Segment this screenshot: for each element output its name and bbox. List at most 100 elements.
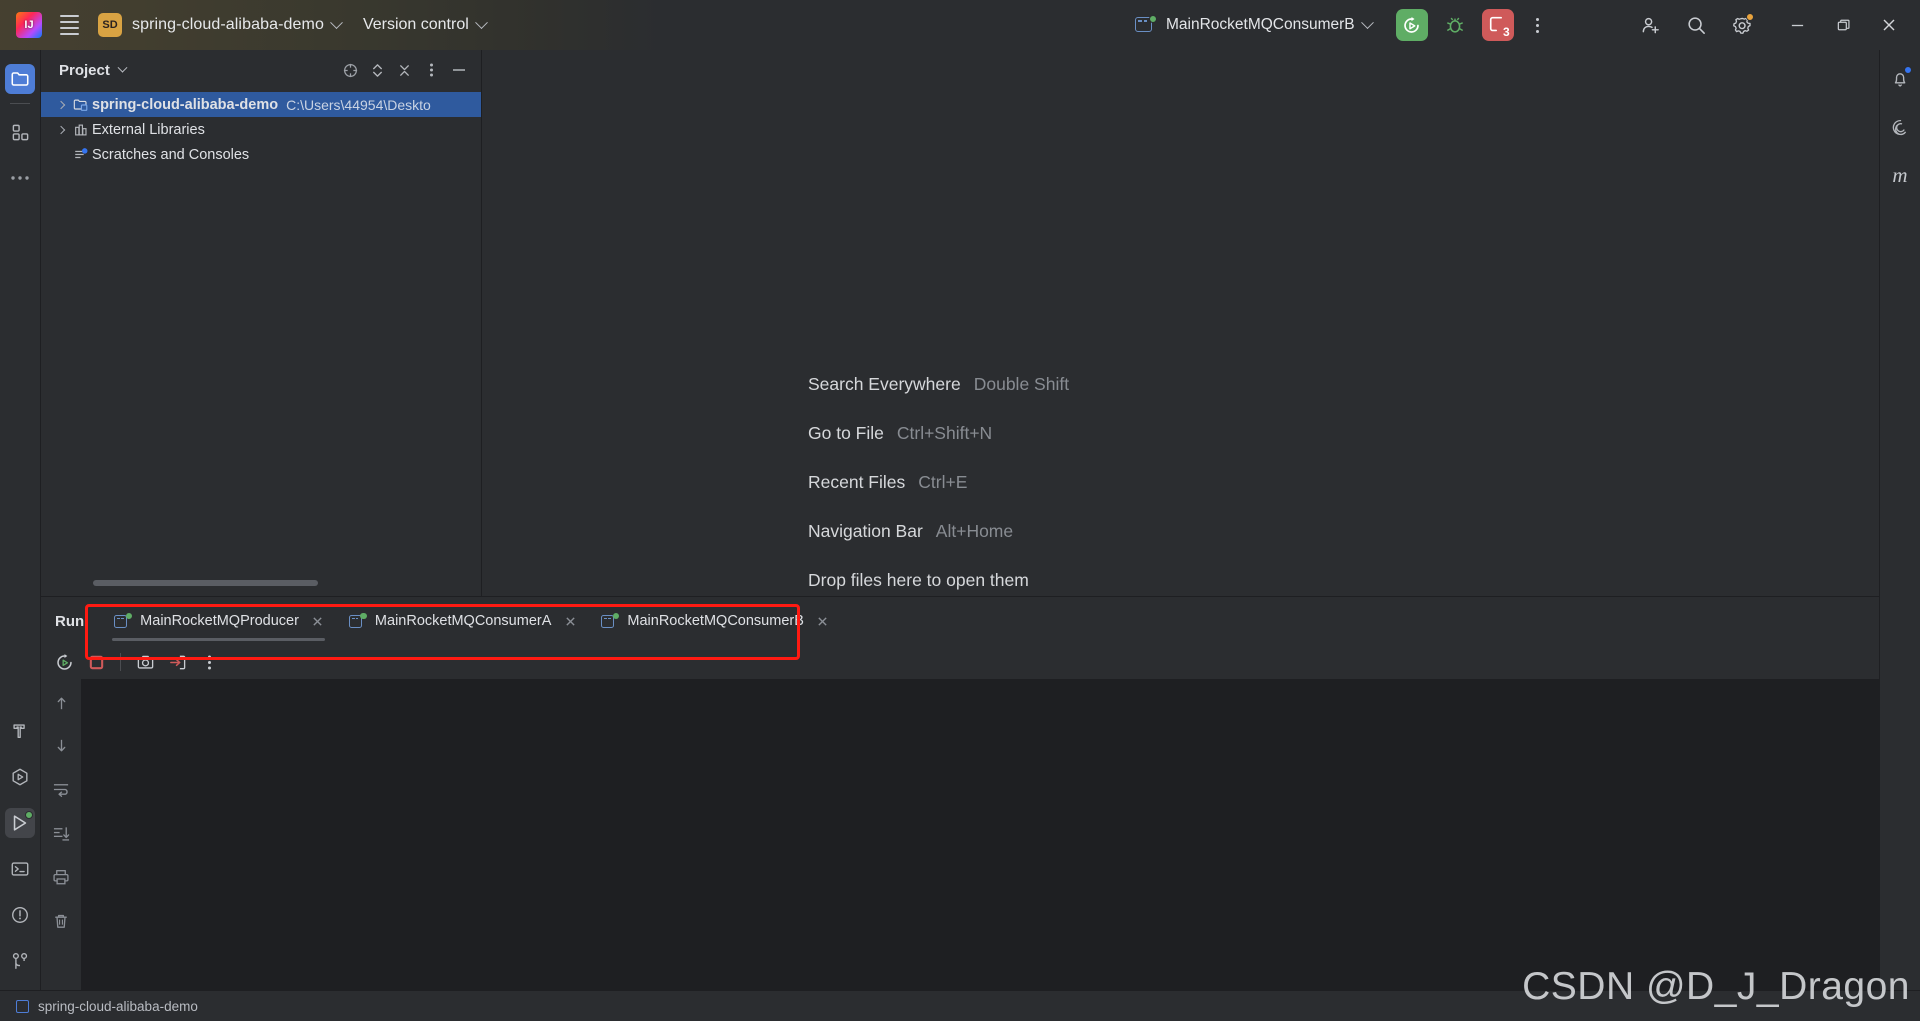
sidebar-item-terminal[interactable] [5,854,35,884]
tree-node-scratches[interactable]: Scratches and Consoles [41,142,481,167]
project-panel-title[interactable]: Project [59,62,110,79]
search-icon[interactable] [1676,5,1716,45]
sidebar-item-build[interactable] [5,716,35,746]
rerun-icon[interactable] [49,648,79,676]
select-opened-file-icon[interactable] [337,57,364,84]
status-bar-project-label[interactable]: spring-cloud-alibaba-demo [38,999,198,1014]
options-kebab-icon[interactable] [418,57,445,84]
hint-shortcut-label: Double Shift [973,374,1070,394]
run-tool-window-title[interactable]: Run [41,613,98,630]
hint-action-label: Navigation Bar [808,521,923,541]
tree-node-external-libraries[interactable]: External Libraries [41,117,481,142]
collapse-all-icon[interactable] [391,57,418,84]
hint-shortcut-label: Ctrl+E [918,472,968,492]
project-tree: spring-cloud-alibaba-demo C:\Users\44954… [41,90,481,167]
hint-action-label: Drop files here to open them [808,570,1029,590]
version-control-label: Version control [362,16,469,33]
tree-node-label: spring-cloud-alibaba-demo [92,96,279,113]
tree-node-label: External Libraries [92,121,205,138]
close-icon[interactable] [1866,0,1912,50]
scroll-to-end-icon[interactable] [47,819,75,847]
run-configuration-group: MainRocketMQConsumerB 3 [1135,0,1550,50]
tree-node-path: C:\Users\44954\Deskto [286,96,431,113]
chevron-down-icon[interactable] [330,15,343,29]
left-tool-window-stripe [0,50,41,990]
spiral-icon[interactable] [1885,112,1915,142]
project-tool-window: Project spring-cloud-alibaba-demo C:\Use… [41,50,482,596]
project-name-label[interactable]: spring-cloud-alibaba-demo [132,16,324,34]
main-toolbar: SD spring-cloud-alibaba-demo Version con… [0,0,1920,50]
chevron-right-icon[interactable] [52,125,70,134]
hint-shortcut-label: Ctrl+Shift+N [896,423,993,443]
tree-node-label: Scratches and Consoles [92,146,250,163]
chevron-down-icon[interactable] [117,62,128,73]
console-output[interactable] [82,679,1879,990]
print-icon[interactable] [47,863,75,891]
minimize-icon[interactable] [1774,0,1820,50]
run-tab-mainrocketmqconsumera[interactable]: MainRocketMQConsumerA [333,597,585,645]
libraries-icon [70,122,92,138]
soft-wrap-icon[interactable] [47,775,75,803]
maven-m-icon[interactable]: m [1885,160,1915,190]
editor-hint-list: Search Everywhere Double Shift Go to Fil… [808,360,1508,605]
toolbar-more-icon[interactable] [1526,10,1550,40]
chevron-down-icon[interactable] [1360,15,1374,29]
notification-badge [1904,66,1912,74]
right-tool-window-stripe: m [1879,50,1920,990]
sidebar-item-problems[interactable] [5,900,35,930]
project-panel-horizontal-scrollbar[interactable] [93,580,318,586]
close-tab-icon[interactable] [309,612,327,630]
toolbar-right-group [1630,0,1920,50]
run-tab-mainrocketmqproducer[interactable]: MainRocketMQProducer [98,597,333,645]
scratches-icon [70,147,92,163]
notifications-bell-icon[interactable] [1885,64,1915,94]
run-tab-mainrocketmqconsumerb[interactable]: MainRocketMQConsumerB [585,597,837,645]
hamburger-menu-icon[interactable] [54,10,84,40]
maximize-icon[interactable] [1820,0,1866,50]
run-button[interactable] [1395,9,1428,41]
stop-icon[interactable] [81,648,111,676]
chevron-right-icon[interactable] [52,100,70,109]
arrow-up-icon[interactable] [47,689,75,717]
tree-node-project-root[interactable]: spring-cloud-alibaba-demo C:\Users\44954… [41,92,481,117]
status-bar: spring-cloud-alibaba-demo [0,990,1920,1021]
sidebar-item-run[interactable] [5,808,35,838]
close-tab-icon[interactable] [814,612,832,630]
console-gutter-toolbar [41,679,82,990]
run-config-name[interactable]: MainRocketMQConsumerB [1166,16,1355,34]
sidebar-item-structure[interactable] [5,117,35,147]
hint-row: Navigation Bar Alt+Home [808,507,1508,556]
intellij-idea-logo[interactable] [16,12,42,38]
sidebar-item-project[interactable] [5,64,35,94]
run-active-indicator [25,811,33,819]
run-tab-label: MainRocketMQConsumerA [374,613,552,629]
trash-icon[interactable] [47,907,75,935]
add-user-icon[interactable] [1630,5,1670,45]
close-tab-icon[interactable] [561,612,579,630]
hint-row: Go to File Ctrl+Shift+N [808,409,1508,458]
version-control-menu[interactable]: Version control [362,15,494,34]
expand-collapse-icon[interactable] [364,57,391,84]
sidebar-item-version-control[interactable] [5,946,35,976]
gear-icon[interactable] [1722,5,1762,45]
run-tab-bar: Run MainRocketMQProducer MainRocketMQCon… [41,597,1879,645]
export-icon[interactable] [162,648,192,676]
toolbar-left-group: SD spring-cloud-alibaba-demo Version con… [0,10,494,40]
camera-icon[interactable] [130,648,160,676]
debug-button[interactable] [1440,9,1470,41]
stop-running-button[interactable]: 3 [1481,9,1514,41]
hint-shortcut-label: Alt+Home [935,521,1014,541]
project-badge[interactable]: SD [98,13,122,37]
run-config-app-icon [114,612,133,630]
arrow-down-icon[interactable] [47,731,75,759]
sidebar-item-services[interactable] [5,762,35,792]
run-toolbar-more-icon[interactable] [194,648,224,676]
run-config-app-icon [1135,15,1157,35]
run-tool-window: Run MainRocketMQProducer MainRocketMQCon… [41,596,1879,990]
hide-icon[interactable] [445,57,472,84]
project-panel-header: Project [41,50,481,90]
running-process-count: 3 [1502,25,1510,39]
sidebar-item-more-tool-windows[interactable] [5,163,35,193]
toolbar-divider [120,653,121,671]
ide-window: SD spring-cloud-alibaba-demo Version con… [0,0,1920,1021]
